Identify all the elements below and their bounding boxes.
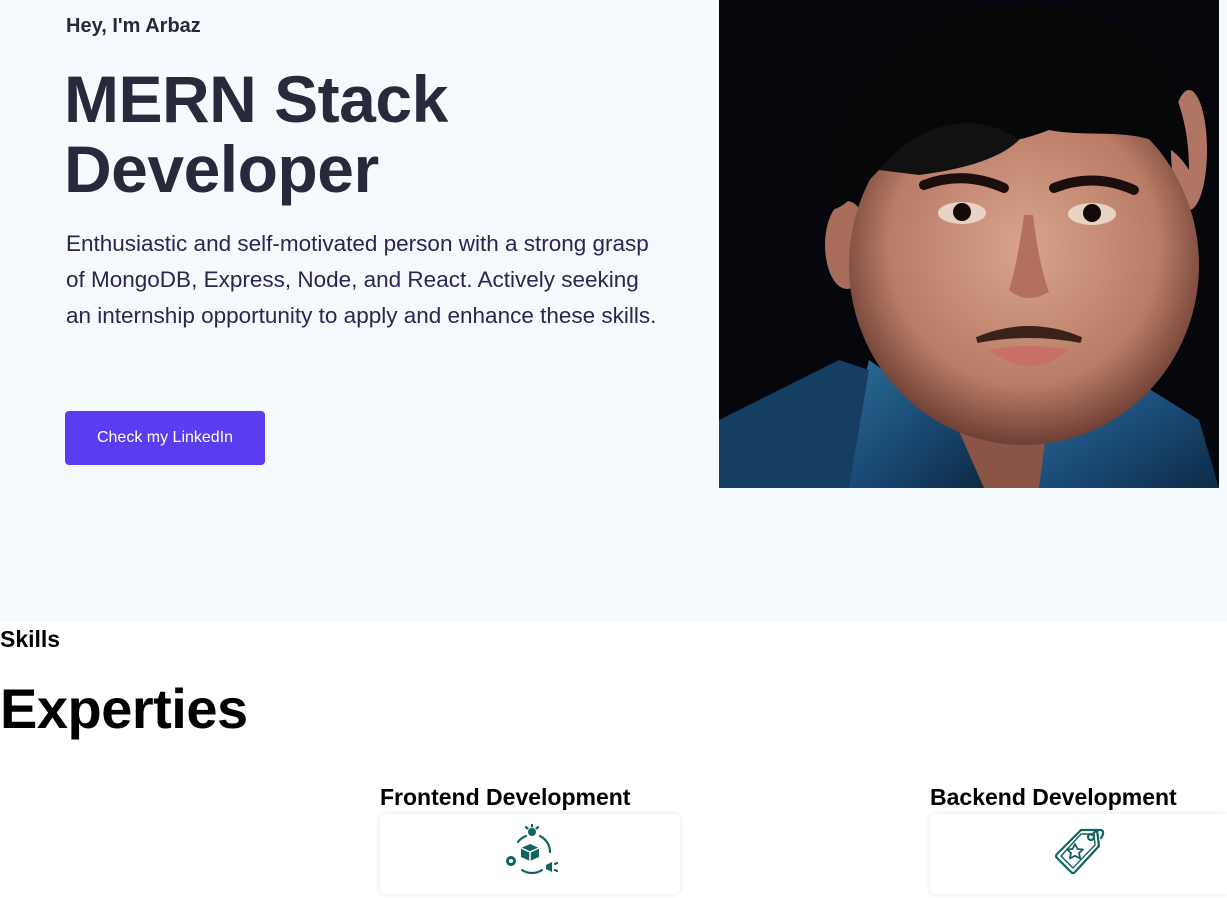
product-cycle-icon <box>502 822 559 885</box>
frontend-skill-title: Frontend Development <box>380 784 631 810</box>
backend-skill-title: Backend Development <box>930 784 1177 810</box>
skills-section-label: Skills <box>0 626 61 652</box>
hero-greeting: Hey, I'm Arbaz <box>66 15 201 37</box>
skills-section-title: Experties <box>0 677 248 740</box>
profile-photo <box>719 0 1219 488</box>
portfolio-page: Hey, I'm Arbaz MERN Stack Developer Enth… <box>0 0 1227 898</box>
frontend-skill-card <box>380 814 680 894</box>
hero-section: Hey, I'm Arbaz MERN Stack Developer Enth… <box>0 0 1227 622</box>
tag-icon <box>1051 824 1107 885</box>
hero-intro: Enthusiastic and self-motivated person w… <box>66 231 657 328</box>
backend-skill-card <box>930 814 1227 894</box>
linkedin-button[interactable]: Check my LinkedIn <box>65 411 265 465</box>
hero-headline: MERN Stack Developer <box>64 62 448 206</box>
